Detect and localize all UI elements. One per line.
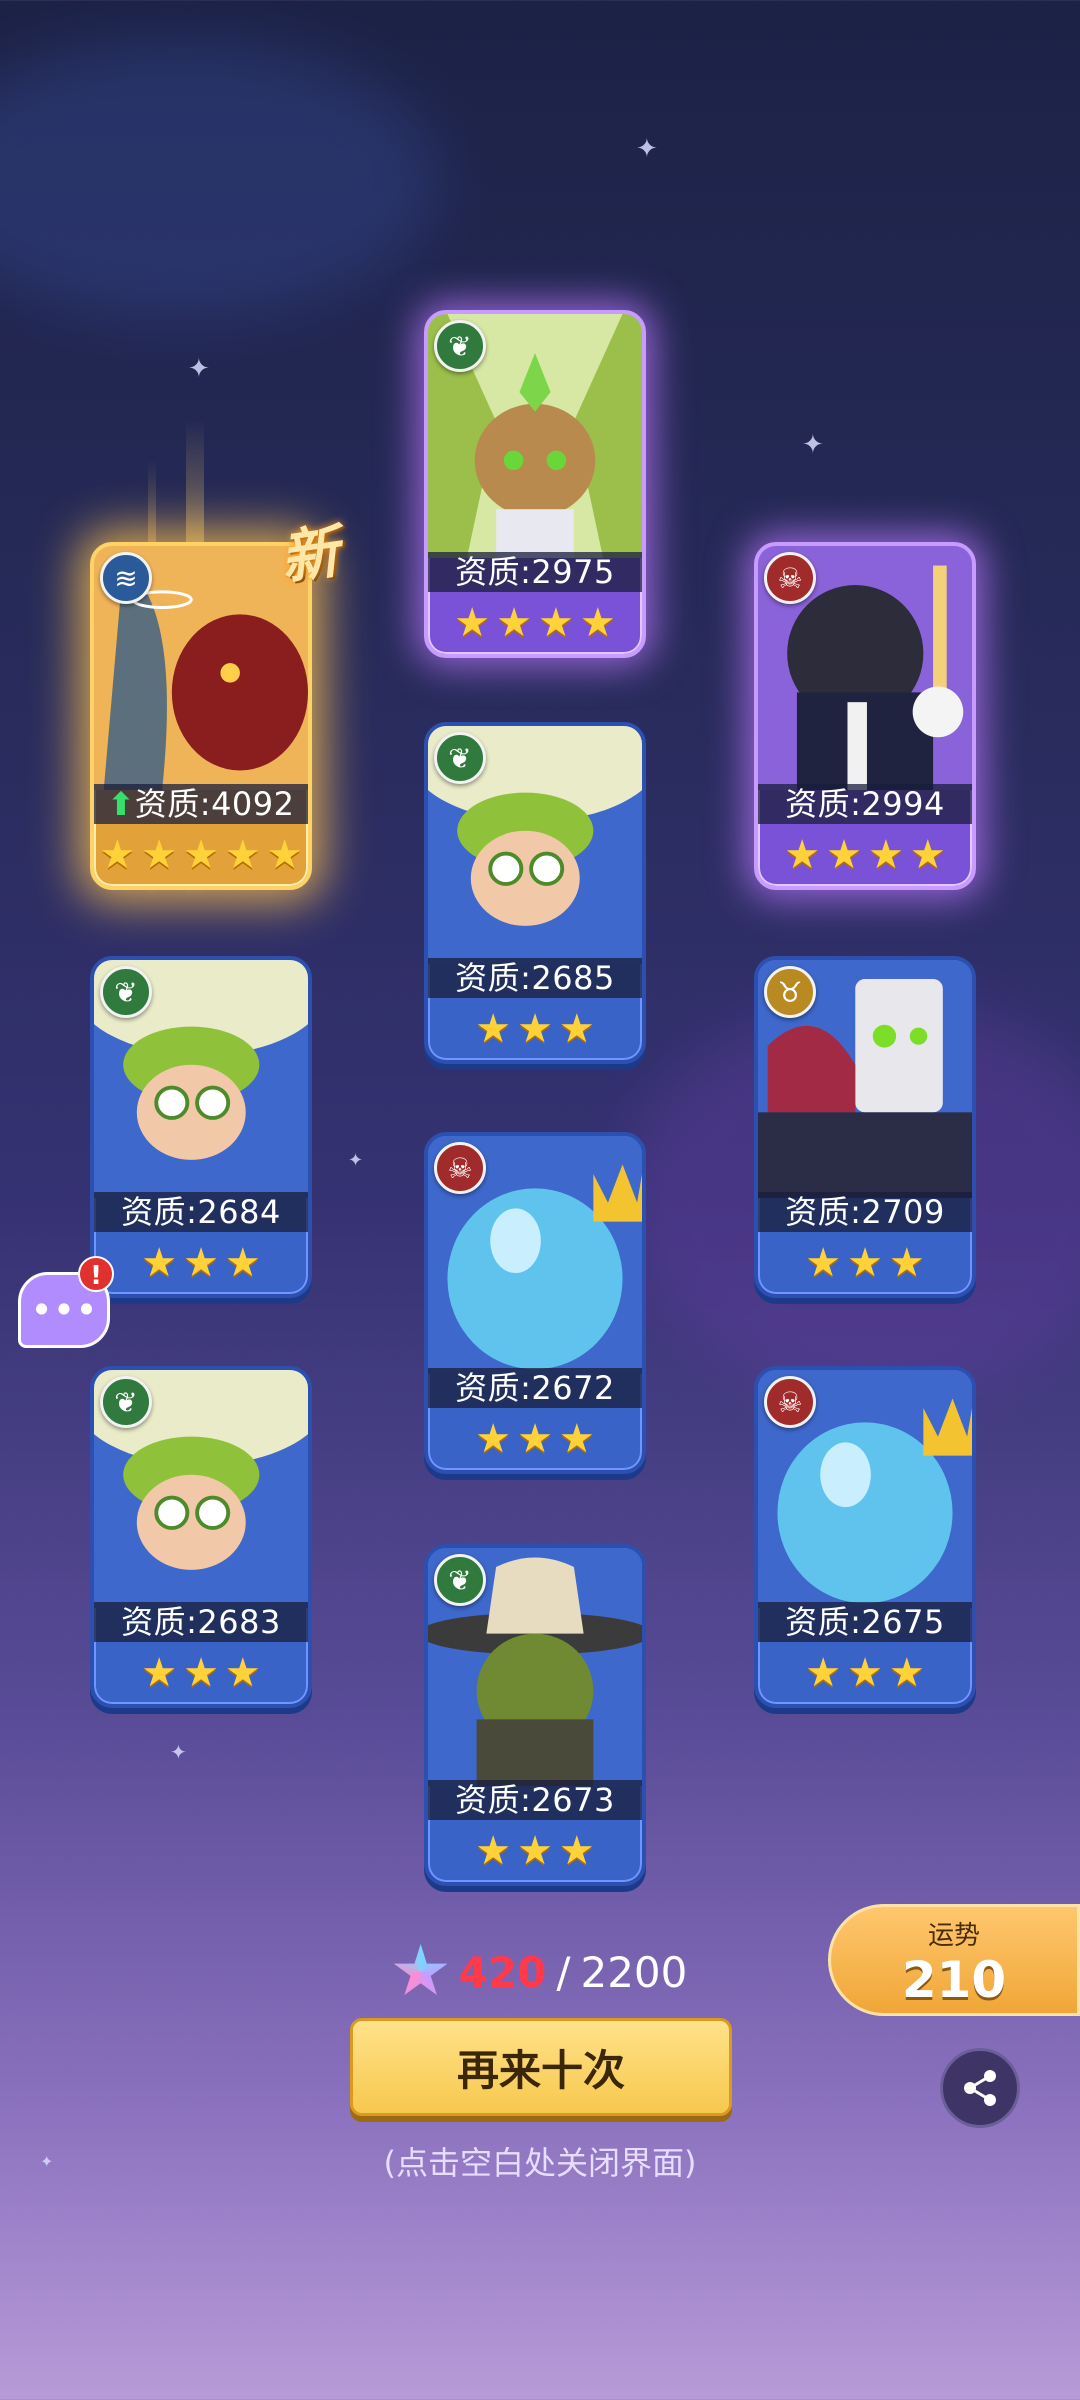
star-icon: ★ bbox=[266, 832, 303, 878]
star-icon: ★ bbox=[826, 832, 862, 878]
star-rating: ★ ★ ★ bbox=[94, 1642, 308, 1704]
star-icon: ★ bbox=[579, 600, 616, 646]
element-fire-icon: ☠ bbox=[764, 552, 816, 604]
star-icon: ★ bbox=[183, 832, 219, 878]
hero-card[interactable]: ☠ 资质:2994 ★ ★ ★ ★ bbox=[754, 542, 976, 890]
aptitude-label: 资质:2672 bbox=[428, 1368, 642, 1408]
star-icon: ★ bbox=[496, 600, 532, 646]
counter-current: 420 bbox=[458, 1947, 547, 1997]
star-icon: ★ bbox=[538, 600, 574, 646]
aptitude-label: 资质:2685 bbox=[428, 958, 642, 998]
aptitude-label: 资质:2683 bbox=[94, 1602, 308, 1642]
star-rating: ★ ★ ★ bbox=[428, 1820, 642, 1882]
star-icon: ★ bbox=[183, 1650, 219, 1696]
sparkle-icon: ✦ bbox=[348, 1150, 364, 1171]
element-nature-icon: ❦ bbox=[100, 966, 152, 1018]
star-icon: ★ bbox=[141, 1650, 178, 1696]
star-icon: ★ bbox=[517, 1828, 553, 1874]
element-nature-icon: ❦ bbox=[434, 732, 486, 784]
hero-card-new[interactable]: ≋ ⬆资质:4092 ★ ★ ★ ★ ★ bbox=[90, 542, 312, 890]
aptitude-label: 资质:2975 bbox=[428, 552, 642, 592]
hero-card[interactable]: ☠ 资质:2672 ★ ★ ★ bbox=[424, 1132, 646, 1474]
star-icon: ★ bbox=[517, 1006, 553, 1052]
star-icon: ★ bbox=[784, 832, 821, 878]
star-icon: ★ bbox=[224, 832, 261, 878]
star-rating: ★ ★ ★ ★ bbox=[758, 824, 972, 886]
hero-card[interactable]: ❦ 资质:2673 ★ ★ ★ bbox=[424, 1544, 646, 1886]
star-icon: ★ bbox=[805, 1240, 842, 1286]
element-water-icon: ≋ bbox=[100, 552, 152, 604]
star-icon: ★ bbox=[224, 1650, 261, 1696]
star-icon: ★ bbox=[888, 1650, 925, 1696]
nebula-glow bbox=[0, 40, 440, 320]
counter-separator: / bbox=[556, 1947, 571, 1997]
element-fire-icon: ☠ bbox=[434, 1142, 486, 1194]
star-rating: ★ ★ ★ bbox=[758, 1232, 972, 1294]
star-icon: ★ bbox=[141, 1240, 178, 1286]
sparkle-icon: ✦ bbox=[636, 134, 658, 164]
aptitude-label: 资质:2994 bbox=[758, 784, 972, 824]
element-fire-icon: ☠ bbox=[764, 1376, 816, 1428]
star-rating: ★ ★ ★ ★ bbox=[428, 592, 642, 654]
star-icon: ★ bbox=[847, 1650, 883, 1696]
star-icon: ★ bbox=[454, 600, 491, 646]
aptitude-value: 资质:4092 bbox=[134, 785, 295, 823]
element-nature-icon: ❦ bbox=[434, 1554, 486, 1606]
hero-card[interactable]: ❦ 资质:2975 ★ ★ ★ ★ bbox=[424, 310, 646, 658]
star-icon: ★ bbox=[805, 1650, 842, 1696]
luck-label: 运势 bbox=[927, 1921, 980, 1951]
element-nature-icon: ❦ bbox=[434, 320, 486, 372]
sparkle-icon: ✦ bbox=[170, 1740, 187, 1764]
summon-ten-again-button[interactable]: 再来十次 bbox=[350, 2018, 732, 2116]
star-icon: ★ bbox=[183, 1240, 219, 1286]
aptitude-label: 资质:2709 bbox=[758, 1192, 972, 1232]
aptitude-label: 资质:2675 bbox=[758, 1602, 972, 1642]
star-icon: ★ bbox=[224, 1240, 261, 1286]
star-gem-icon bbox=[393, 1944, 448, 1995]
star-rating: ★ ★ ★ bbox=[428, 998, 642, 1060]
sparkle-icon: ✦ bbox=[188, 354, 210, 384]
element-metal-icon: ♉ bbox=[764, 966, 816, 1018]
star-icon: ★ bbox=[847, 1240, 883, 1286]
star-rating: ★ ★ ★ bbox=[94, 1232, 308, 1294]
luck-panel[interactable]: 运势 210 bbox=[828, 1904, 1080, 2016]
aptitude-label: 资质:2673 bbox=[428, 1780, 642, 1820]
luck-value: 210 bbox=[901, 1951, 1007, 2009]
close-hint: (点击空白处关闭界面) bbox=[383, 2144, 697, 2182]
counter-max: 2200 bbox=[580, 1947, 688, 1997]
aptitude-label: ⬆资质:4092 bbox=[94, 784, 308, 824]
aptitude-label: 资质:2684 bbox=[94, 1192, 308, 1232]
star-rating: ★ ★ ★ bbox=[758, 1642, 972, 1704]
star-icon: ★ bbox=[475, 1828, 512, 1874]
star-icon: ★ bbox=[888, 1240, 925, 1286]
element-nature-icon: ❦ bbox=[100, 1376, 152, 1428]
hero-card[interactable]: ♉ 资质:2709 ★ ★ ★ bbox=[754, 956, 976, 1298]
star-icon: ★ bbox=[558, 1006, 595, 1052]
star-icon: ★ bbox=[475, 1416, 512, 1462]
share-icon bbox=[964, 2070, 996, 2106]
star-rating: ★ ★ ★ ★ ★ bbox=[94, 824, 308, 886]
star-icon: ★ bbox=[909, 832, 946, 878]
star-icon: ★ bbox=[517, 1416, 553, 1462]
star-icon: ★ bbox=[558, 1416, 595, 1462]
star-icon: ★ bbox=[99, 832, 136, 878]
hero-card[interactable]: ☠ 资质:2675 ★ ★ ★ bbox=[754, 1366, 976, 1708]
star-icon: ★ bbox=[558, 1828, 595, 1874]
hero-card[interactable]: ❦ 资质:2684 ★ ★ ★ bbox=[90, 956, 312, 1298]
new-tag: 新 bbox=[276, 517, 344, 593]
star-icon: ★ bbox=[475, 1006, 512, 1052]
hero-card[interactable]: ❦ 资质:2685 ★ ★ ★ bbox=[424, 722, 646, 1064]
sparkle-icon: ✦ bbox=[802, 430, 824, 460]
star-icon: ★ bbox=[141, 832, 178, 878]
star-rating: ★ ★ ★ bbox=[428, 1408, 642, 1470]
star-icon: ★ bbox=[868, 832, 904, 878]
hero-card[interactable]: ❦ 资质:2683 ★ ★ ★ bbox=[90, 1366, 312, 1708]
upgrade-arrow-icon: ⬆ bbox=[107, 785, 135, 823]
share-button[interactable] bbox=[940, 2048, 1020, 2128]
